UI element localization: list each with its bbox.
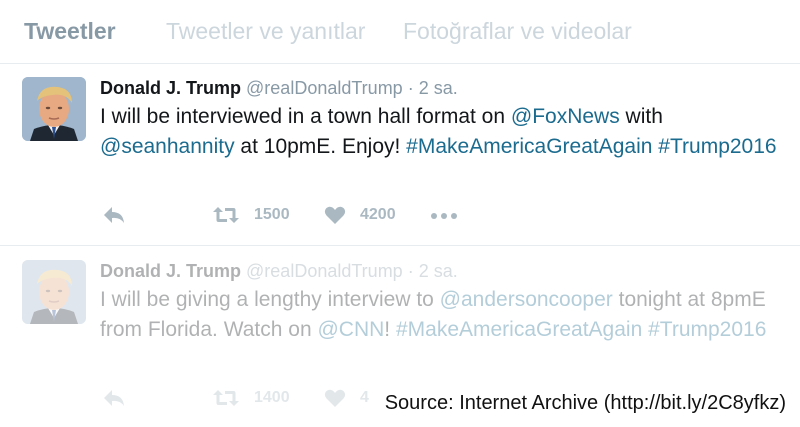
hashtag-link[interactable]: #Trump2016 [658,135,776,158]
timestamp[interactable]: 2 sa. [419,261,458,281]
retweet-count: 1400 [254,389,290,406]
separator-dot: · [407,78,414,98]
tweet[interactable]: Donald J. Trump @realDonaldTrump · 2 sa.… [0,64,800,246]
hashtag-link[interactable]: #Trump2016 [648,318,766,341]
reply-icon [104,390,124,406]
heart-icon [324,389,346,407]
reply-icon [104,207,124,223]
separator-dot: · [407,261,414,281]
more-dots-icon [431,213,457,219]
mention-link[interactable]: @andersoncooper [440,288,613,311]
profile-tabs: Tweetler Tweetler ve yanıtlar Fotoğrafla… [0,0,800,64]
hashtag-link[interactable]: #MakeAmericaGreatAgain [406,135,652,158]
text-segment: I will be giving a lengthy interview to [100,288,440,311]
retweet-icon [213,207,239,223]
retweet-icon [213,390,239,406]
text-segment: ! [384,318,396,341]
text-segment: I will be interviewed in a town hall for… [100,105,511,128]
tab-photos-and-videos[interactable]: Fotoğraflar ve videolar [403,18,632,45]
hashtag-link[interactable]: #MakeAmericaGreatAgain [396,318,642,341]
avatar[interactable] [22,260,86,324]
source-caption: Source: Internet Archive (http://bit.ly/… [378,392,788,415]
like-button[interactable]: 4200 [324,205,396,225]
reply-button[interactable] [102,205,126,225]
heart-icon [324,206,346,224]
text-segment: with [619,105,663,128]
text-segment: at 10pmE. Enjoy! [234,135,407,158]
tab-tweets[interactable]: Tweetler [24,18,116,45]
author-name[interactable]: Donald J. Trump [100,78,241,98]
like-button[interactable]: 4 [324,388,369,408]
author-name[interactable]: Donald J. Trump [100,261,241,281]
retweet-count: 1500 [254,206,290,223]
mention-link[interactable]: @FoxNews [511,105,620,128]
author-handle[interactable]: @realDonaldTrump [246,261,403,281]
tab-tweets-and-replies[interactable]: Tweetler ve yanıtlar [166,18,365,45]
tweet-header: Donald J. Trump @realDonaldTrump · 2 sa. [100,261,458,281]
timestamp[interactable]: 2 sa. [419,78,458,98]
reply-button[interactable] [102,388,126,408]
tweet-text: I will be giving a lengthy interview to … [100,285,780,345]
mention-link[interactable]: @CNN [317,318,384,341]
tweet-actions: 1500 4200 [100,205,520,233]
avatar[interactable] [22,77,86,141]
retweet-button[interactable]: 1500 [212,205,290,225]
mention-link[interactable]: @seanhannity [100,135,235,158]
tweet-header: Donald J. Trump @realDonaldTrump · 2 sa. [100,78,458,98]
retweet-button[interactable]: 1400 [212,388,290,408]
tweet-text: I will be interviewed in a town hall for… [100,102,780,162]
author-handle[interactable]: @realDonaldTrump [246,78,403,98]
like-count: 4200 [360,206,396,223]
more-button[interactable] [430,205,458,225]
avatar-portrait-icon [22,260,86,324]
avatar-portrait-icon [22,77,86,141]
like-count: 4 [360,389,369,406]
